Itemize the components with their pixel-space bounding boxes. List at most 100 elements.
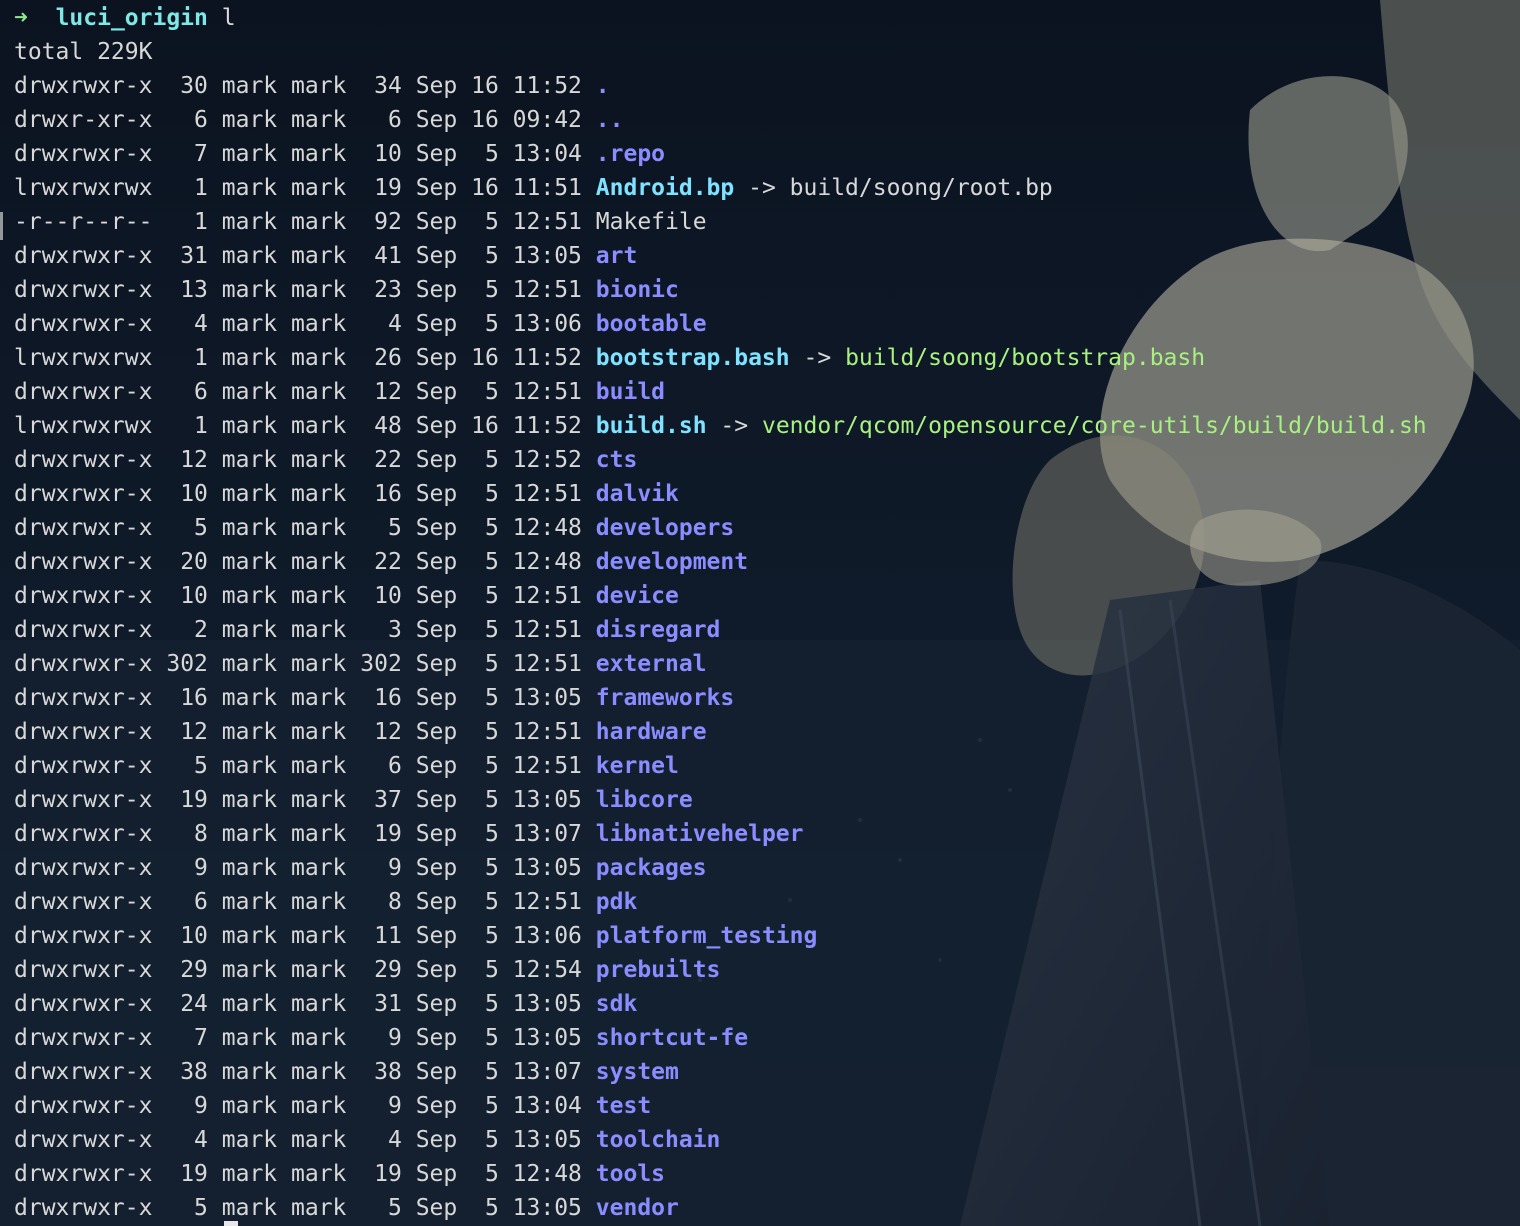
owner: mark: [221, 481, 278, 507]
month: Sep: [415, 73, 458, 99]
listing-row: drwxrwxr-x 5 mark mark 5 Sep 5 13:05 ven…: [14, 1191, 1427, 1225]
group: mark: [291, 73, 347, 99]
owner: mark: [221, 617, 278, 643]
link-count: 8: [194, 821, 208, 847]
directory-name: hardware: [595, 719, 707, 745]
size: 29: [374, 957, 402, 983]
time: 12:54: [512, 957, 582, 983]
time: 12:51: [512, 719, 582, 745]
day: 5: [484, 855, 499, 881]
size: 19: [374, 175, 402, 201]
time: 12:51: [512, 753, 582, 779]
owner: mark: [221, 991, 278, 1017]
directory-name: dalvik: [595, 481, 679, 507]
link-count: 30: [180, 73, 208, 99]
link-count: 13: [180, 277, 208, 303]
link-count: 302: [166, 651, 208, 677]
group: mark: [291, 889, 347, 915]
size: 11: [374, 923, 402, 949]
group: mark: [291, 787, 347, 813]
total-text: total 229K: [14, 39, 153, 65]
link-count: 9: [194, 1093, 208, 1119]
link-count: 5: [194, 1195, 208, 1221]
month: Sep: [415, 991, 458, 1017]
owner: mark: [221, 719, 278, 745]
group: mark: [291, 447, 347, 473]
permissions: drwxrwxr-x: [14, 821, 153, 847]
month: Sep: [415, 855, 458, 881]
group: mark: [291, 481, 347, 507]
permissions: drwxrwxr-x: [14, 243, 153, 269]
permissions: drwxrwxr-x: [14, 1195, 153, 1221]
month: Sep: [415, 651, 458, 677]
link-count: 1: [194, 175, 208, 201]
permissions: drwxrwxr-x: [14, 923, 153, 949]
size: 22: [374, 447, 402, 473]
time: 12:51: [512, 481, 582, 507]
permissions: drwxr-xr-x: [14, 107, 153, 133]
listing-row: drwxrwxr-x 5 mark mark 6 Sep 5 12:51 ker…: [14, 749, 1427, 783]
day: 5: [484, 1161, 499, 1187]
link-count: 12: [180, 447, 208, 473]
time: 13:05: [512, 1127, 582, 1153]
listing-row: drwxrwxr-x 4 mark mark 4 Sep 5 13:05 too…: [14, 1123, 1427, 1157]
group: mark: [291, 379, 347, 405]
group: mark: [291, 413, 347, 439]
size: 22: [374, 549, 402, 575]
symlink-target: build/soong/root.bp: [789, 175, 1053, 201]
directory-name: art: [595, 243, 638, 269]
month: Sep: [415, 1093, 458, 1119]
owner: mark: [221, 923, 278, 949]
symlink-target: build/soong/bootstrap.bash: [845, 345, 1206, 371]
directory-name: kernel: [595, 753, 679, 779]
owner: mark: [221, 753, 278, 779]
directory-name: device: [595, 583, 679, 609]
day: 5: [484, 1127, 499, 1153]
group: mark: [291, 1127, 347, 1153]
month: Sep: [415, 957, 458, 983]
symlink-target: vendor/qcom/opensource/core-utils/build/…: [761, 413, 1427, 439]
size: 9: [387, 1025, 402, 1051]
link-count: 1: [194, 413, 208, 439]
time: 12:52: [512, 447, 582, 473]
day: 5: [484, 651, 499, 677]
symlink-name: Android.bp: [595, 175, 735, 201]
size: 31: [374, 991, 402, 1017]
size: 12: [374, 719, 402, 745]
directory-name: build: [595, 379, 666, 405]
terminal-output[interactable]: ➜ luci_origin l total 229K drwxrwxr-x 30 m…: [14, 1, 1427, 1225]
day: 16: [471, 107, 499, 133]
owner: mark: [221, 1161, 278, 1187]
time: 11:52: [512, 73, 582, 99]
size: 9: [387, 1093, 402, 1119]
listing-row: drwxrwxr-x 8 mark mark 19 Sep 5 13:07 li…: [14, 817, 1427, 851]
size: 9: [387, 855, 402, 881]
month: Sep: [415, 379, 458, 405]
listing-row: drwxrwxr-x 302 mark mark 302 Sep 5 12:51…: [14, 647, 1427, 681]
group: mark: [291, 1161, 347, 1187]
day: 5: [484, 447, 499, 473]
listing-row: drwxrwxr-x 10 mark mark 10 Sep 5 12:51 d…: [14, 579, 1427, 613]
group: mark: [291, 311, 347, 337]
time: 13:05: [512, 787, 582, 813]
symlink-arrow: ->: [748, 175, 776, 201]
owner: mark: [221, 889, 278, 915]
text-cursor: [224, 1221, 238, 1226]
month: Sep: [415, 1025, 458, 1051]
time: 12:48: [512, 1161, 582, 1187]
owner: mark: [221, 1195, 278, 1221]
day: 5: [484, 515, 499, 541]
size: 16: [374, 481, 402, 507]
time: 13:06: [512, 311, 582, 337]
listing-row: drwxrwxr-x 9 mark mark 9 Sep 5 13:04 tes…: [14, 1089, 1427, 1123]
permissions: lrwxrwxrwx: [14, 413, 153, 439]
owner: mark: [221, 957, 278, 983]
permissions: drwxrwxr-x: [14, 753, 153, 779]
size: 23: [374, 277, 402, 303]
listing-row: drwxrwxr-x 10 mark mark 16 Sep 5 12:51 d…: [14, 477, 1427, 511]
listing-row: drwxrwxr-x 13 mark mark 23 Sep 5 12:51 b…: [14, 273, 1427, 307]
permissions: drwxrwxr-x: [14, 447, 153, 473]
link-count: 4: [194, 1127, 208, 1153]
directory-name: .: [595, 73, 610, 99]
time: 13:04: [512, 1093, 582, 1119]
